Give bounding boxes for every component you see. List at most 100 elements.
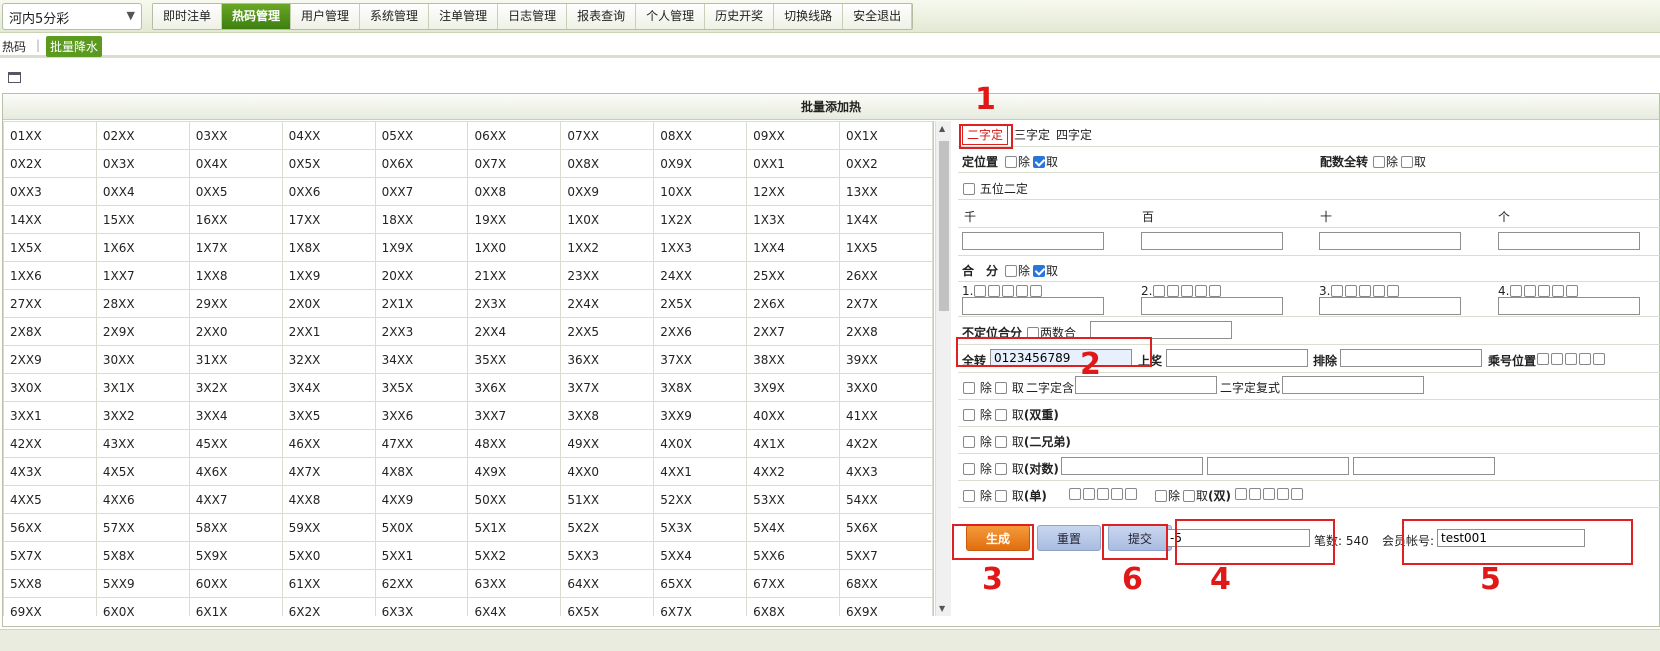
number-cell[interactable]: 0X5X — [281, 149, 376, 178]
number-cell[interactable]: 4XX7 — [188, 485, 283, 514]
number-cell[interactable]: 6X4X — [467, 597, 562, 616]
number-cell[interactable]: 04XX — [281, 121, 376, 150]
number-cell[interactable]: 57XX — [95, 513, 190, 542]
number-cell[interactable]: 2XX3 — [374, 317, 469, 346]
number-cell[interactable]: 3XX5 — [281, 401, 376, 430]
number-cell[interactable]: 4X3X — [3, 457, 97, 486]
number-cell[interactable]: 2XX6 — [653, 317, 748, 346]
number-cell[interactable]: 54XX — [839, 485, 933, 514]
number-cell[interactable]: 1X6X — [95, 233, 190, 262]
number-cell[interactable]: 0X1X — [839, 121, 933, 150]
number-cell[interactable]: 2X9X — [95, 317, 190, 346]
number-cell[interactable]: 3X5X — [374, 373, 469, 402]
submenu-hot-code[interactable]: 热码 — [2, 38, 26, 55]
menu-item-users[interactable]: 用户管理 — [291, 4, 361, 29]
sum-group-2-input[interactable] — [1141, 297, 1283, 315]
number-cell[interactable]: 6X1X — [188, 597, 283, 616]
number-cell[interactable]: 0XX3 — [3, 177, 97, 206]
lottery-select[interactable]: 河内5分彩 ▼ — [2, 3, 142, 30]
number-cell[interactable]: 2X1X — [374, 289, 469, 318]
number-cell[interactable]: 6X5X — [560, 597, 655, 616]
number-cell[interactable]: 4X0X — [653, 429, 748, 458]
number-cell[interactable]: 59XX — [281, 513, 376, 542]
brothers-take-checkbox[interactable] — [995, 436, 1007, 448]
number-cell[interactable]: 3X0X — [3, 373, 97, 402]
number-cell[interactable]: 10XX — [653, 177, 748, 206]
number-cell[interactable]: 06XX — [467, 121, 562, 150]
pairs-take-checkbox[interactable] — [995, 463, 1007, 475]
number-cell[interactable]: 1X8X — [281, 233, 376, 262]
number-cell[interactable]: 65XX — [653, 569, 748, 598]
number-cell[interactable]: 0XX6 — [281, 177, 376, 206]
number-cell[interactable]: 5XX8 — [3, 569, 97, 598]
number-cell[interactable]: 2XX9 — [3, 345, 97, 374]
fixed-exclude-checkbox[interactable] — [1005, 156, 1017, 168]
number-cell[interactable]: 67XX — [746, 569, 841, 598]
number-cell[interactable]: 4XX5 — [3, 485, 97, 514]
number-cell[interactable]: 2XX5 — [560, 317, 655, 346]
number-cell[interactable]: 1XX9 — [281, 261, 376, 290]
number-cell[interactable]: 31XX — [188, 345, 283, 374]
number-cell[interactable]: 4X8X — [374, 457, 469, 486]
number-cell[interactable]: 0XX1 — [746, 149, 841, 178]
number-cell[interactable]: 12XX — [746, 177, 841, 206]
number-cell[interactable]: 3X7X — [560, 373, 655, 402]
number-cell[interactable]: 5XX3 — [560, 541, 655, 570]
number-cell[interactable]: 4X2X — [839, 429, 933, 458]
submenu-batch-discount[interactable]: 批量降水 — [46, 36, 103, 57]
number-cell[interactable]: 05XX — [374, 121, 469, 150]
number-cell[interactable]: 1X2X — [653, 205, 748, 234]
double-take-checkbox[interactable] — [995, 409, 1007, 421]
number-cell[interactable]: 0XX7 — [374, 177, 469, 206]
number-cell[interactable]: 3X2X — [188, 373, 283, 402]
number-cell[interactable]: 4XX0 — [560, 457, 655, 486]
number-cell[interactable]: 4XX8 — [281, 485, 376, 514]
number-cell[interactable]: 1XX6 — [3, 261, 97, 290]
number-cell[interactable]: 4X5X — [95, 457, 190, 486]
number-cell[interactable]: 3XX7 — [467, 401, 562, 430]
number-cell[interactable]: 2XX7 — [746, 317, 841, 346]
number-cell[interactable]: 6X0X — [95, 597, 190, 616]
number-cell[interactable]: 30XX — [95, 345, 190, 374]
number-cell[interactable]: 15XX — [95, 205, 190, 234]
number-cell[interactable]: 2X5X — [653, 289, 748, 318]
brothers-exclude-checkbox[interactable] — [963, 436, 975, 448]
sum-group-1-input[interactable] — [962, 297, 1104, 315]
number-cell[interactable]: 3X6X — [467, 373, 562, 402]
number-cell[interactable]: 6X2X — [281, 597, 376, 616]
number-cell[interactable]: 3X1X — [95, 373, 190, 402]
sum-take-checkbox[interactable] — [1033, 265, 1045, 277]
pairs-input-2[interactable] — [1207, 457, 1349, 475]
number-cell[interactable]: 47XX — [374, 429, 469, 458]
number-cell[interactable]: 6X9X — [839, 597, 933, 616]
number-cell[interactable]: 0XX4 — [95, 177, 190, 206]
odd-checkboxes[interactable] — [1068, 487, 1138, 501]
number-cell[interactable]: 2XX1 — [281, 317, 376, 346]
number-cell[interactable]: 64XX — [560, 569, 655, 598]
number-cell[interactable]: 1XX4 — [746, 233, 841, 262]
menu-item-personal[interactable]: 个人管理 — [636, 4, 706, 29]
number-cell[interactable]: 42XX — [3, 429, 97, 458]
number-cell[interactable]: 27XX — [3, 289, 97, 318]
number-cell[interactable]: 6X3X — [374, 597, 469, 616]
pair-exclude-checkbox[interactable] — [1373, 156, 1385, 168]
number-cell[interactable]: 2X8X — [3, 317, 97, 346]
window-icon[interactable] — [8, 72, 21, 83]
scroll-down-icon[interactable]: ▼ — [939, 604, 945, 613]
number-cell[interactable]: 08XX — [653, 121, 748, 150]
reset-button[interactable]: 重置 — [1037, 525, 1101, 551]
number-cell[interactable]: 37XX — [653, 345, 748, 374]
number-cell[interactable]: 56XX — [3, 513, 97, 542]
menu-item-live-bets[interactable]: 即时注单 — [153, 4, 223, 29]
number-cell[interactable]: 4XX9 — [374, 485, 469, 514]
number-cell[interactable]: 07XX — [560, 121, 655, 150]
number-cell[interactable]: 2X6X — [746, 289, 841, 318]
number-cell[interactable]: 1X3X — [746, 205, 841, 234]
number-cell[interactable]: 3XX1 — [3, 401, 97, 430]
number-cell[interactable]: 39XX — [839, 345, 933, 374]
number-cell[interactable]: 4X6X — [188, 457, 283, 486]
number-cell[interactable]: 69XX — [3, 597, 97, 616]
menu-item-bets[interactable]: 注单管理 — [429, 4, 499, 29]
number-cell[interactable]: 28XX — [95, 289, 190, 318]
number-cell[interactable]: 2X0X — [281, 289, 376, 318]
